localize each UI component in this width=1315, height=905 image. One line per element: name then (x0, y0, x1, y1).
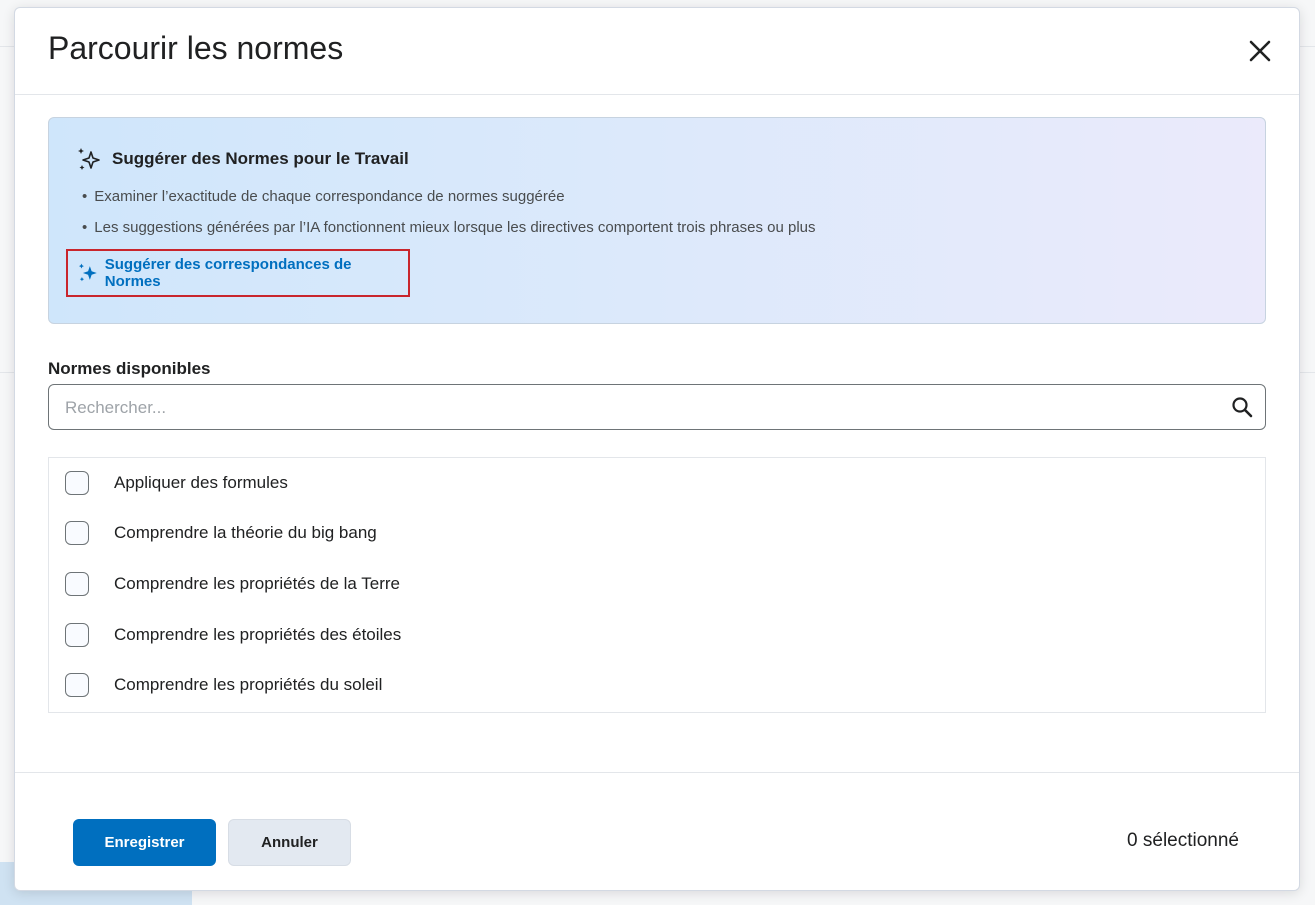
standard-item[interactable]: Comprendre les propriétés du soleil (65, 671, 382, 699)
footer-divider (15, 772, 1299, 773)
standard-item[interactable]: Comprendre les propriétés des étoiles (65, 621, 401, 649)
dialog-header: Parcourir les normes (15, 8, 1299, 95)
standard-item[interactable]: Appliquer des formules (65, 469, 288, 497)
standard-checkbox[interactable] (65, 572, 89, 596)
standard-checkbox[interactable] (65, 673, 89, 697)
cancel-button[interactable]: Annuler (228, 819, 351, 866)
sparkles-outline-icon (78, 148, 100, 170)
standards-list: Appliquer des formules Comprendre la thé… (48, 457, 1266, 713)
standard-label: Comprendre les propriétés des étoiles (114, 625, 402, 644)
ai-tip-item: Les suggestions générées par l’IA foncti… (82, 217, 815, 248)
available-standards-label: Normes disponibles (48, 359, 211, 378)
sparkles-filled-icon (78, 263, 97, 282)
standard-checkbox[interactable] (65, 521, 89, 545)
close-button[interactable] (1247, 38, 1273, 64)
search-field (48, 384, 1266, 431)
dialog-title: Parcourir les normes (48, 30, 344, 66)
save-button[interactable]: Enregistrer (73, 819, 216, 866)
ai-tips-list: Examiner l’exactitude de chaque correspo… (82, 186, 816, 248)
search-icon[interactable] (1231, 396, 1253, 418)
standard-item[interactable]: Comprendre la théorie du big bang (65, 519, 377, 547)
standard-label: Comprendre les propriétés de la Terre (114, 574, 400, 593)
standard-label: Comprendre les propriétés du soleil (114, 675, 383, 694)
standard-checkbox[interactable] (65, 471, 89, 495)
ai-panel-heading: Suggérer des Normes pour le Travail (76, 146, 409, 172)
ai-suggestion-panel: Suggérer des Normes pour le Travail Exam… (48, 117, 1266, 324)
ai-panel-heading-text: Suggérer des Normes pour le Travail (112, 149, 409, 168)
browse-standards-dialog: Parcourir les normes Suggérer des Normes… (14, 7, 1300, 891)
suggest-matches-label: Suggérer des correspondances de Normes (104, 256, 352, 290)
selected-count: 0 sélectionné (1127, 830, 1239, 851)
suggest-matches-button[interactable]: Suggérer des correspondances de Normes (66, 249, 410, 297)
standard-checkbox[interactable] (65, 623, 89, 647)
standard-label: Comprendre la théorie du big bang (114, 523, 377, 542)
standard-item[interactable]: Comprendre les propriétés de la Terre (65, 570, 400, 598)
close-icon (1249, 40, 1271, 62)
ai-tip-item: Examiner l’exactitude de chaque correspo… (82, 186, 816, 217)
standard-label: Appliquer des formules (114, 473, 288, 492)
search-input[interactable] (63, 385, 1217, 431)
